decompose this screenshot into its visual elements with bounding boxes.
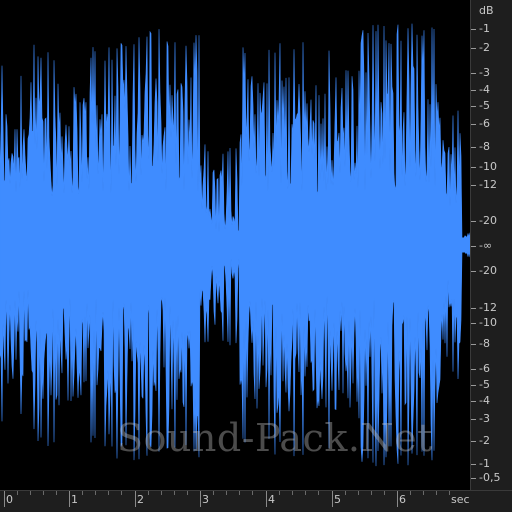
time-minor-tick [252, 491, 253, 495]
db-tick [471, 185, 476, 186]
db-label-upper: -6 [479, 117, 490, 130]
time-minor-tick [423, 491, 424, 495]
db-label-lower: -20 [479, 264, 497, 277]
db-tick [471, 464, 476, 465]
db-label-lower: -2 [479, 434, 490, 447]
db-label-lower: -6 [479, 362, 490, 375]
db-label-lower: -3 [479, 412, 490, 425]
time-minor-tick [239, 491, 240, 495]
db-tick [471, 246, 476, 247]
db-tick [471, 167, 476, 168]
db-tick [471, 90, 476, 91]
db-tick [471, 401, 476, 402]
waveform-view[interactable]: Sound-Pack.Net [0, 0, 470, 490]
time-unit-label: sec [451, 493, 470, 506]
time-tick [135, 491, 136, 507]
db-label-center: -∞ [479, 239, 493, 252]
db-label-lower: -10 [479, 316, 497, 329]
time-label: 0 [6, 493, 13, 506]
time-minor-tick [226, 491, 227, 495]
time-minor-tick [161, 491, 162, 495]
db-unit-label: dB [479, 4, 494, 17]
db-label-upper: -4 [479, 83, 490, 96]
db-tick [471, 221, 476, 222]
time-label: 5 [334, 493, 341, 506]
time-ruler: 0 1 2 3 4 5 6 sec [0, 490, 512, 512]
db-label-upper: -12 [479, 178, 497, 191]
time-minor-tick [371, 491, 372, 495]
time-minor-tick [292, 491, 293, 495]
time-label: 2 [137, 493, 144, 506]
time-minor-tick [213, 491, 214, 495]
db-label-lower: -12 [479, 301, 497, 314]
time-minor-tick [384, 491, 385, 495]
time-minor-tick [108, 491, 109, 495]
time-minor-tick [358, 491, 359, 495]
db-tick [471, 147, 476, 148]
db-tick [471, 271, 476, 272]
db-tick [471, 344, 476, 345]
db-tick [471, 369, 476, 370]
db-tick [471, 106, 476, 107]
time-minor-tick [305, 491, 306, 495]
db-tick [471, 308, 476, 309]
watermark-text: Sound-Pack.Net [117, 416, 433, 460]
db-tick [471, 48, 476, 49]
time-minor-tick [121, 491, 122, 495]
time-minor-tick [449, 491, 450, 495]
db-tick [471, 124, 476, 125]
time-label: 4 [268, 493, 275, 506]
db-label-upper: -5 [479, 99, 490, 112]
time-minor-tick [30, 491, 31, 495]
db-tick [471, 385, 476, 386]
time-minor-tick [174, 491, 175, 495]
time-tick [4, 491, 5, 507]
time-minor-tick [436, 491, 437, 495]
db-label-upper: -8 [479, 140, 490, 153]
time-minor-tick [279, 491, 280, 495]
time-minor-tick [148, 491, 149, 495]
db-label-upper: -10 [479, 160, 497, 173]
db-label-lower: -8 [479, 337, 490, 350]
time-tick [69, 491, 70, 507]
db-label-lower: -1 [479, 457, 490, 470]
db-tick [471, 73, 476, 74]
time-minor-tick [17, 491, 18, 495]
time-minor-tick [95, 491, 96, 495]
db-tick [471, 419, 476, 420]
time-minor-tick [410, 491, 411, 495]
time-tick [266, 491, 267, 507]
db-label-upper: -2 [479, 41, 490, 54]
db-label-lower: -5 [479, 378, 490, 391]
db-label-upper: -1 [479, 22, 490, 35]
time-minor-tick [318, 491, 319, 495]
db-ruler: dB -1 -2 -3 -4 -5 -6 -8 -10 -12 -20 -∞ -20 -12 -10 -8 -6… [470, 0, 512, 490]
time-minor-tick [187, 491, 188, 495]
time-label: 1 [71, 493, 78, 506]
time-label: 3 [202, 493, 209, 506]
time-minor-tick [43, 491, 44, 495]
db-label-lower: -4 [479, 394, 490, 407]
db-tick [471, 29, 476, 30]
db-tick [471, 323, 476, 324]
db-label-lower: -0,5 [479, 471, 501, 484]
time-tick [332, 491, 333, 507]
db-tick [471, 478, 476, 479]
time-tick [397, 491, 398, 507]
time-minor-tick [82, 491, 83, 495]
db-label-upper: -3 [479, 66, 490, 79]
db-tick [471, 441, 476, 442]
time-tick [200, 491, 201, 507]
time-label: 6 [399, 493, 406, 506]
time-minor-tick [56, 491, 57, 495]
db-label-upper: -20 [479, 214, 497, 227]
waveform-shape [0, 23, 470, 467]
time-minor-tick [345, 491, 346, 495]
